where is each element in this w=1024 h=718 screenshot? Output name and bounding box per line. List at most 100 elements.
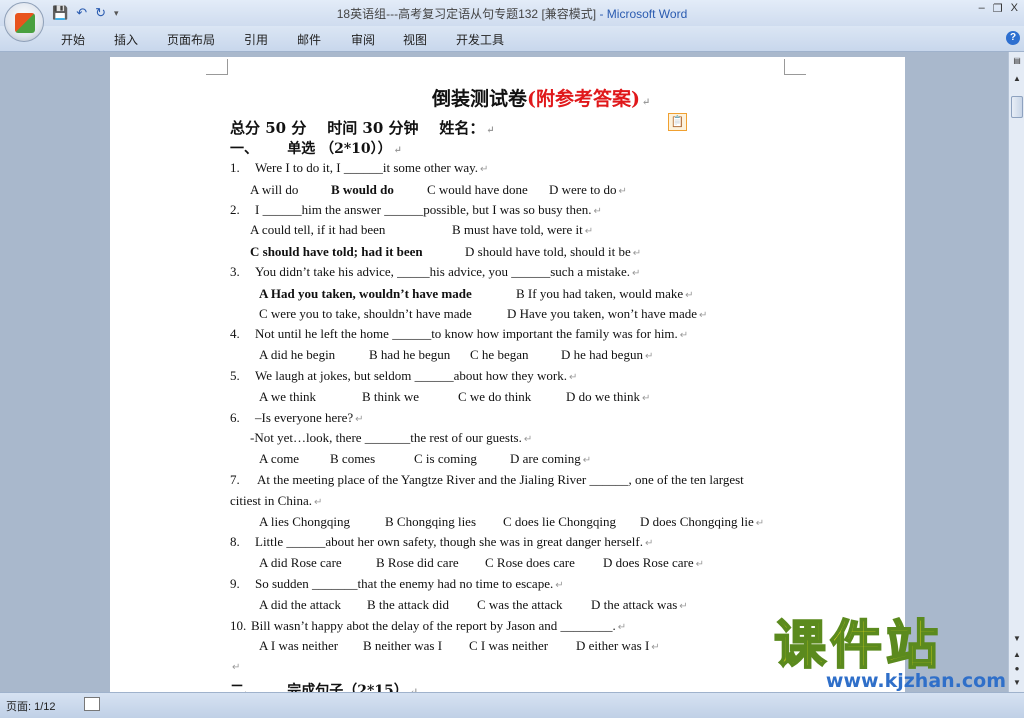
option: A will do	[250, 182, 299, 197]
next-page-icon[interactable]: ▼	[1011, 678, 1023, 690]
option-answer: A Had you taken, wouldn’t have made	[259, 286, 472, 301]
question-text-cont: -Not yet…look, there _______the rest of …	[250, 430, 532, 446]
option: B Chongqing lies	[385, 514, 477, 529]
app-name: - Microsoft Word	[596, 7, 688, 21]
question-text: We laugh at jokes, but seldom ______abou…	[255, 368, 577, 384]
ribbon-tabs: 开始 插入 页面布局 引用 邮件 审阅 视图 开发工具 ?	[0, 26, 1024, 52]
question-number: 1.	[230, 160, 240, 175]
option: B Rose did care	[376, 555, 459, 570]
scroll-up-icon[interactable]: ▲	[1011, 74, 1023, 86]
question-number: 3.	[230, 264, 240, 279]
page-indicator[interactable]: 页面: 1/12	[6, 698, 56, 714]
option: C is coming	[414, 451, 477, 466]
scroll-down-icon[interactable]: ▼	[1011, 634, 1023, 646]
proofing-icon[interactable]	[84, 697, 100, 711]
option: D either was I	[576, 638, 660, 654]
title-answer-note: (附参考答案)	[527, 88, 640, 110]
option: C were you to take, shouldn’t have made	[259, 306, 472, 321]
option: D Have you taken, won’t have made	[507, 306, 707, 322]
option: A lies Chongqing	[259, 514, 351, 529]
tab-page-layout[interactable]: 页面布局	[167, 31, 215, 48]
question-number: 2.	[230, 202, 240, 217]
empty-paragraph	[230, 658, 240, 674]
crop-mark	[206, 59, 228, 75]
vertical-scrollbar[interactable]: ▤ ▲ ▼ ▲ ● ▼	[1008, 52, 1024, 692]
option: B think we	[362, 389, 420, 404]
previous-page-icon[interactable]: ▲	[1011, 650, 1023, 662]
question-number: 8.	[230, 534, 240, 549]
window-controls: – ❐ X	[979, 2, 1018, 15]
office-logo-icon	[15, 13, 35, 33]
question-text: –Is everyone here?	[255, 410, 364, 426]
question-text: Were I to do it, I ______it some other w…	[255, 160, 488, 176]
option: D he had begun	[561, 347, 653, 363]
document-title: 倒装测试卷(附参考答案)	[432, 84, 650, 111]
tab-developer[interactable]: 开发工具	[456, 31, 504, 48]
question-text: Little ______about her own safety, thoug…	[255, 534, 653, 550]
help-icon[interactable]: ?	[1006, 31, 1020, 45]
ruler-toggle-icon[interactable]: ▤	[1011, 56, 1023, 68]
option: C he began	[470, 347, 529, 362]
option: C does lie Chongqing	[503, 514, 617, 529]
watermark: 课件站 www.kjzhan.com	[773, 616, 1010, 698]
option: A come	[259, 451, 300, 466]
watermark-logo: 课件站	[773, 616, 943, 676]
question-number: 7.	[230, 472, 240, 487]
question-text: At the meeting place of the Yangtze Rive…	[257, 472, 744, 487]
crop-mark	[784, 59, 806, 75]
option: B comes	[330, 451, 376, 466]
option: D does Chongqing lie	[640, 514, 764, 530]
tab-mailings[interactable]: 邮件	[297, 31, 321, 48]
option: B must have told, were it	[452, 222, 593, 238]
option: A did he begin	[259, 347, 336, 362]
question-number: 10.	[230, 618, 247, 633]
scroll-thumb[interactable]	[1011, 96, 1023, 118]
option: A did the attack	[259, 597, 341, 612]
browse-object-icon[interactable]: ●	[1011, 664, 1023, 676]
option: A we think	[259, 389, 317, 404]
option: A did Rose care	[259, 555, 342, 570]
office-button[interactable]	[4, 2, 44, 42]
tab-view[interactable]: 视图	[403, 31, 427, 48]
tab-references[interactable]: 引用	[244, 31, 268, 48]
score-line: 总分 50 分 时间 30 分钟 姓名：	[230, 117, 495, 138]
option: B the attack did	[367, 597, 449, 612]
option-answer: B would do	[331, 182, 394, 197]
option: B neither was I	[363, 638, 443, 653]
question-text: You didn’t take his advice, _____his adv…	[255, 264, 640, 280]
minimize-button[interactable]: –	[979, 2, 985, 15]
option-answer: C should have told; had it been	[250, 244, 423, 259]
option: D were to do	[549, 182, 627, 198]
tab-insert[interactable]: 插入	[114, 31, 138, 48]
option: C we do think	[458, 389, 532, 404]
option: A I was neither	[259, 638, 339, 653]
section-heading: 一、 单选 （2*10））	[230, 138, 402, 158]
option: C would have done	[427, 182, 528, 197]
option: D should have told, should it be	[465, 244, 641, 260]
option: C I was neither	[469, 638, 549, 653]
question-text: So sudden _______that the enemy had no t…	[255, 576, 564, 592]
option: B If you had taken, would make	[516, 286, 694, 302]
option: D the attack was	[591, 597, 688, 613]
restore-button[interactable]: ❐	[993, 2, 1003, 15]
paste-options-icon[interactable]: 📋	[668, 113, 687, 131]
close-button[interactable]: X	[1011, 2, 1018, 15]
question-text: I ______him the answer ______possible, b…	[255, 202, 602, 218]
title-main: 倒装测试卷	[432, 88, 528, 110]
question-number: 4.	[230, 326, 240, 341]
option: D are coming	[510, 451, 591, 467]
question-number: 6.	[230, 410, 240, 425]
option: C Rose does care	[485, 555, 575, 570]
question-text-cont: citiest in China.	[230, 493, 322, 509]
tab-review[interactable]: 审阅	[351, 31, 375, 48]
question-text: Not until he left the home ______to know…	[255, 326, 688, 342]
option: D do we think	[566, 389, 650, 405]
question-number: 9.	[230, 576, 240, 591]
document-name: 18英语组---高考复习定语从句专题132 [兼容模式]	[336, 7, 597, 21]
option: D does Rose care	[603, 555, 704, 571]
option: B had he begun	[369, 347, 451, 362]
option: C was the attack	[477, 597, 563, 612]
tab-home[interactable]: 开始	[61, 31, 85, 48]
window-title: 18英语组---高考复习定语从句专题132 [兼容模式] - Microsoft…	[0, 5, 1024, 22]
title-bar: 💾 ↶ ↻ ▾ 18英语组---高考复习定语从句专题132 [兼容模式] - M…	[0, 0, 1024, 26]
